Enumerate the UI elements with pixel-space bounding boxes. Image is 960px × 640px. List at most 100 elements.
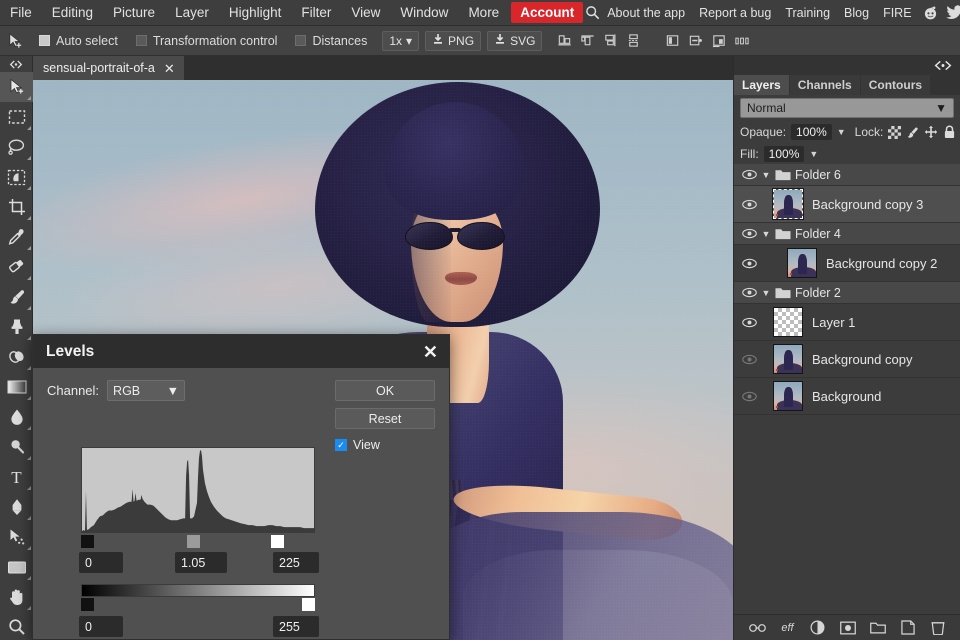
menu-item-window[interactable]: Window (390, 2, 458, 23)
tab-layers[interactable]: Layers (734, 75, 789, 95)
close-icon[interactable]: ✕ (423, 343, 438, 361)
close-icon[interactable]: ✕ (164, 62, 175, 75)
menu-item-picture[interactable]: Picture (103, 2, 165, 23)
opacity-chevron-down-icon[interactable]: ▼ (837, 127, 846, 137)
tool-hand[interactable] (0, 582, 33, 612)
visibility-icon[interactable] (739, 317, 759, 328)
collapse-panel-icon[interactable] (734, 56, 960, 74)
export-png-button[interactable]: PNG (425, 31, 481, 51)
layer-row-background-copy-3[interactable]: Background copy 3 (734, 186, 960, 223)
reset-button[interactable]: Reset (335, 408, 435, 429)
output-levels-slider[interactable] (81, 598, 315, 611)
visibility-icon[interactable] (739, 391, 759, 402)
tool-move[interactable] (0, 72, 33, 102)
menu-item-report-a-bug[interactable]: Report a bug (692, 3, 778, 23)
align-center-horizontal-icon[interactable] (687, 32, 704, 49)
levels-dialog[interactable]: Levels ✕ Channel: RGB ▼ OK Reset ✓ View (32, 334, 450, 640)
layer-row-folder-4[interactable]: ▼ Folder 4 (734, 223, 960, 245)
visibility-icon[interactable] (739, 228, 759, 239)
tool-shape[interactable] (0, 552, 33, 582)
tab-contours[interactable]: Contours (861, 75, 930, 95)
adjustment-layer-icon[interactable] (809, 619, 826, 636)
lock-transparency-icon[interactable] (888, 125, 901, 139)
expand-triangle-icon[interactable]: ▼ (759, 229, 773, 239)
menu-item-filter[interactable]: Filter (291, 2, 341, 23)
menu-item-blog[interactable]: Blog (837, 3, 876, 23)
auto-select-checkbox-box[interactable] (39, 35, 50, 46)
blend-mode-select[interactable]: Normal ▼ (740, 98, 954, 118)
ok-button[interactable]: OK (335, 380, 435, 401)
layer-row-background[interactable]: Background (734, 378, 960, 415)
menu-item-highlight[interactable]: Highlight (219, 2, 292, 23)
align-bottom-icon[interactable] (556, 32, 573, 49)
distribute-horizontal-icon[interactable] (733, 32, 750, 49)
delete-layer-icon[interactable] (929, 619, 946, 636)
tool-healing-brush[interactable] (0, 252, 33, 282)
view-checkbox[interactable]: ✓ (335, 439, 347, 451)
menu-item-fire[interactable]: FIRE (876, 3, 918, 23)
distances-checkbox[interactable]: Distances (286, 34, 376, 48)
tool-marquee-select[interactable] (0, 102, 33, 132)
menu-item-training[interactable]: Training (778, 3, 837, 23)
twitter-icon[interactable] (943, 5, 960, 21)
tool-pen[interactable] (0, 492, 33, 522)
visibility-icon[interactable] (739, 169, 759, 180)
lock-paint-icon[interactable] (906, 125, 919, 139)
input-levels-slider[interactable] (81, 535, 315, 549)
visibility-icon[interactable] (739, 199, 759, 210)
layer-row-folder-6[interactable]: ▼ Folder 6 (734, 164, 960, 186)
output-white-handle[interactable] (302, 598, 315, 611)
opacity-value[interactable]: 100% (791, 124, 832, 140)
output-black-field[interactable]: 0 (79, 616, 123, 637)
visibility-icon[interactable] (739, 354, 759, 365)
tool-brush[interactable] (0, 282, 33, 312)
layer-thumbnail[interactable] (773, 381, 803, 411)
align-top-icon[interactable] (579, 32, 596, 49)
tool-eraser[interactable] (0, 342, 33, 372)
tool-text[interactable]: T (0, 462, 33, 492)
transformation-control-checkbox[interactable]: Transformation control (127, 34, 287, 48)
menu-item-editing[interactable]: Editing (42, 2, 103, 23)
view-checkbox-row[interactable]: ✓ View (335, 438, 435, 452)
layer-row-background-copy-2[interactable]: Background copy 2 (734, 245, 960, 282)
visibility-icon[interactable] (739, 287, 759, 298)
input-black-handle[interactable] (81, 535, 94, 548)
zoom-level-dropdown[interactable]: 1x ▾ (382, 31, 419, 51)
align-right-icon[interactable] (602, 32, 619, 49)
tool-eyedropper[interactable] (0, 222, 33, 252)
input-gamma-field[interactable]: 1.05 (175, 552, 227, 573)
layer-thumbnail[interactable] (773, 307, 803, 337)
input-white-field[interactable]: 225 (273, 552, 319, 573)
tool-crop[interactable] (0, 192, 33, 222)
align-right-edges-icon[interactable] (710, 32, 727, 49)
tool-path-select[interactable] (0, 522, 33, 552)
layer-row-folder-2[interactable]: ▼ Folder 2 (734, 282, 960, 304)
tool-lasso[interactable] (0, 132, 33, 162)
layer-row-background-copy[interactable]: Background copy (734, 341, 960, 378)
expand-triangle-icon[interactable]: ▼ (759, 288, 773, 298)
input-white-handle[interactable] (271, 535, 284, 548)
tool-gradient[interactable] (0, 372, 33, 402)
channel-select[interactable]: RGB ▼ (107, 380, 185, 401)
distances-checkbox-box[interactable] (295, 35, 306, 46)
search-icon[interactable] (585, 5, 600, 20)
visibility-icon[interactable] (739, 258, 759, 269)
fill-value[interactable]: 100% (764, 146, 805, 162)
layer-row-layer-1[interactable]: Layer 1 (734, 304, 960, 341)
lock-all-icon[interactable] (943, 125, 956, 139)
menu-item-account[interactable]: Account (511, 2, 583, 23)
menu-item-about-the-app[interactable]: About the app (600, 3, 692, 23)
align-left-edges-icon[interactable] (664, 32, 681, 49)
layer-thumbnail[interactable] (773, 344, 803, 374)
layer-thumbnail[interactable] (787, 248, 817, 278)
reddit-icon[interactable] (919, 4, 943, 21)
tool-zoom[interactable] (0, 612, 33, 640)
auto-select-checkbox[interactable]: Auto select (30, 34, 127, 48)
distribute-vertical-icon[interactable] (625, 32, 642, 49)
document-tab[interactable]: sensual-portrait-of-a ✕ (33, 56, 184, 80)
export-svg-button[interactable]: SVG (487, 31, 542, 51)
input-gamma-handle[interactable] (187, 535, 200, 548)
layers-list[interactable]: ▼ Folder 6 Background copy 3 (734, 164, 960, 614)
output-black-handle[interactable] (81, 598, 94, 611)
menu-item-file[interactable]: File (0, 2, 42, 23)
